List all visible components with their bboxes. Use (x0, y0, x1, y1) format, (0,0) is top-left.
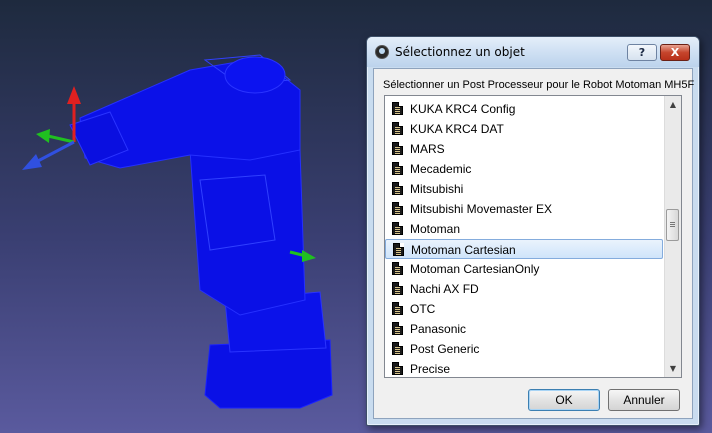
scroll-down-icon[interactable]: ▼ (665, 360, 681, 377)
list-item[interactable]: Motoman Cartesian (385, 239, 663, 259)
list-item[interactable]: Mitsubishi Movemaster EX (385, 199, 663, 219)
list-item-label: Motoman (410, 222, 461, 236)
select-object-dialog: Sélectionnez un objet ? X Sélectionner u… (366, 36, 700, 426)
list-item[interactable]: MARS (385, 139, 663, 159)
post-file-icon (393, 243, 404, 256)
list-item-label: Motoman Cartesian (411, 243, 516, 257)
list-item[interactable]: Post Generic (385, 339, 663, 359)
dialog-prompt: Sélectionner un Post Processeur pour le … (383, 79, 695, 91)
post-file-icon (392, 302, 403, 315)
post-processor-list[interactable]: KUKA KRC4 Config KUKA KRC4 DAT MARS Mecadem… (384, 95, 682, 378)
list-item-label: Post Generic (410, 342, 480, 356)
post-file-icon (392, 342, 403, 355)
list-item-label: Mecademic (410, 162, 472, 176)
list-item[interactable]: OTC (385, 299, 663, 319)
list-item-label: Panasonic (410, 322, 467, 336)
post-file-icon (392, 262, 403, 275)
post-file-icon (392, 202, 403, 215)
post-file-icon (392, 182, 403, 195)
list-items: KUKA KRC4 Config KUKA KRC4 DAT MARS Mecadem… (385, 99, 663, 377)
post-file-icon (392, 282, 403, 295)
list-item[interactable]: Panasonic (385, 319, 663, 339)
scroll-thumb[interactable] (666, 209, 679, 241)
list-item[interactable]: Precise (385, 359, 663, 377)
dialog-titlebar[interactable]: Sélectionnez un objet ? X (367, 37, 699, 67)
list-item[interactable]: Motoman (385, 219, 663, 239)
scroll-up-icon[interactable]: ▲ (665, 96, 681, 113)
list-item-label: Mitsubishi Movemaster EX (410, 202, 553, 216)
list-scrollbar[interactable]: ▲ ▼ (664, 96, 681, 377)
post-file-icon (392, 322, 403, 335)
post-file-icon (392, 162, 403, 175)
list-item-label: KUKA KRC4 DAT (410, 122, 504, 136)
robot-model (69, 54, 333, 409)
list-item[interactable]: Mecademic (385, 159, 663, 179)
post-file-icon (392, 222, 403, 235)
cancel-button[interactable]: Annuler (608, 389, 680, 411)
list-item[interactable]: KUKA KRC4 Config (385, 99, 663, 119)
ok-button[interactable]: OK (528, 389, 600, 411)
app-icon (375, 45, 389, 59)
list-item-label: OTC (410, 302, 436, 316)
dialog-title: Sélectionnez un objet (395, 45, 525, 59)
list-item-label: Mitsubishi (410, 182, 464, 196)
list-item-label: MARS (410, 142, 445, 156)
list-item[interactable]: Mitsubishi (385, 179, 663, 199)
robot-shoulder (224, 56, 286, 94)
post-file-icon (392, 142, 403, 155)
list-item-label: Motoman CartesianOnly (410, 262, 540, 276)
list-item-label: Precise (410, 362, 451, 376)
help-button[interactable]: ? (627, 44, 657, 61)
list-item[interactable]: KUKA KRC4 DAT (385, 119, 663, 139)
post-file-icon (392, 122, 403, 135)
list-item-label: KUKA KRC4 Config (410, 102, 516, 116)
list-item[interactable]: Nachi AX FD (385, 279, 663, 299)
list-item-label: Nachi AX FD (410, 282, 479, 296)
post-file-icon (392, 102, 403, 115)
dialog-body: Sélectionner un Post Processeur pour le … (373, 68, 695, 419)
close-button[interactable]: X (660, 44, 690, 61)
post-file-icon (392, 362, 403, 375)
list-item[interactable]: Motoman CartesianOnly (385, 259, 663, 279)
